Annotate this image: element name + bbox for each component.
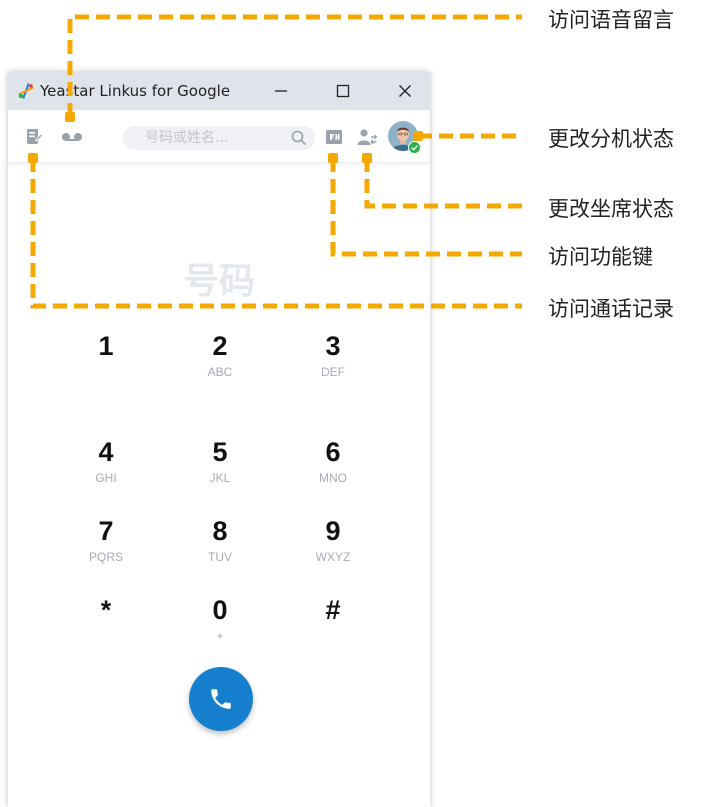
app-window: Yeastar Linkus for Google 号码或姓名... 号码 1 … bbox=[8, 72, 430, 807]
app-logo-icon bbox=[18, 83, 34, 99]
key-digit: 3 bbox=[325, 331, 341, 361]
key-letters: WXYZ bbox=[315, 550, 351, 564]
key-5[interactable]: 5 JKL bbox=[175, 436, 265, 498]
key-letters: MNO bbox=[319, 471, 347, 485]
minimize-icon bbox=[275, 90, 287, 92]
callout-agent-status: 更改坐席状态 bbox=[548, 197, 674, 221]
key-letters: ABC bbox=[207, 365, 233, 379]
key-3[interactable]: 3 DEF bbox=[288, 330, 378, 392]
voicemail-icon bbox=[62, 133, 82, 141]
key-digit: 8 bbox=[212, 516, 228, 546]
key-6[interactable]: 6 MNO bbox=[288, 436, 378, 498]
call-log-icon bbox=[27, 129, 43, 144]
callout-call-logs: 访问通话记录 bbox=[548, 297, 674, 321]
key-digit: 1 bbox=[98, 331, 114, 361]
close-icon bbox=[399, 85, 411, 97]
search-icon[interactable] bbox=[291, 130, 307, 146]
key-digit: * bbox=[100, 595, 112, 625]
key-letters: JKL bbox=[209, 471, 231, 485]
agent-status-button[interactable] bbox=[355, 125, 379, 149]
key-hash[interactable]: # bbox=[288, 594, 378, 656]
window-title: Yeastar Linkus for Google bbox=[40, 82, 231, 100]
key-2[interactable]: 2 ABC bbox=[175, 330, 265, 392]
maximize-icon bbox=[336, 84, 350, 98]
function-keys-icon bbox=[326, 130, 342, 144]
number-display[interactable]: 号码 bbox=[8, 252, 430, 304]
key-8[interactable]: 8 TUV bbox=[175, 515, 265, 577]
maximize-button[interactable] bbox=[321, 72, 365, 110]
key-letters: TUV bbox=[208, 550, 232, 564]
key-1[interactable]: 1 bbox=[61, 330, 151, 392]
close-button[interactable] bbox=[383, 72, 427, 110]
phone-icon bbox=[211, 689, 231, 709]
key-4[interactable]: 4 GHI bbox=[61, 436, 151, 498]
key-digit: # bbox=[325, 595, 341, 625]
key-letters: + bbox=[216, 629, 224, 643]
agent-status-icon bbox=[357, 129, 377, 145]
avatar[interactable] bbox=[388, 121, 421, 154]
callout-voicemail: 访问语音留言 bbox=[548, 8, 674, 32]
key-digit: 2 bbox=[212, 331, 228, 361]
voicemail-button[interactable] bbox=[59, 126, 85, 148]
key-digit: 6 bbox=[325, 437, 341, 467]
minimize-button[interactable] bbox=[259, 72, 303, 110]
title-bar: Yeastar Linkus for Google bbox=[8, 72, 430, 110]
key-letters: DEF bbox=[321, 365, 345, 379]
callout-extension-status: 更改分机状态 bbox=[548, 127, 674, 151]
toolbar bbox=[8, 110, 430, 163]
screenshot: Yeastar Linkus for Google 号码或姓名... 号码 1 … bbox=[0, 0, 719, 807]
call-logs-button[interactable] bbox=[22, 126, 46, 148]
key-digit: 5 bbox=[212, 437, 228, 467]
key-digit: 9 bbox=[325, 516, 341, 546]
key-digit: 7 bbox=[98, 516, 114, 546]
key-0[interactable]: 0 + bbox=[175, 594, 265, 656]
status-online-icon bbox=[408, 141, 421, 154]
key-digit: 4 bbox=[98, 437, 114, 467]
key-9[interactable]: 9 WXYZ bbox=[288, 515, 378, 577]
key-star[interactable]: * bbox=[61, 594, 151, 656]
callout-function-keys: 访问功能键 bbox=[548, 245, 653, 269]
key-7[interactable]: 7 PQRS bbox=[61, 515, 151, 577]
key-letters: GHI bbox=[95, 471, 117, 485]
function-keys-button[interactable] bbox=[323, 126, 345, 148]
search-input[interactable] bbox=[145, 126, 285, 150]
key-letters: PQRS bbox=[88, 550, 123, 564]
call-button[interactable] bbox=[189, 667, 253, 731]
search-box[interactable] bbox=[123, 126, 315, 150]
key-digit: 0 bbox=[212, 595, 228, 625]
